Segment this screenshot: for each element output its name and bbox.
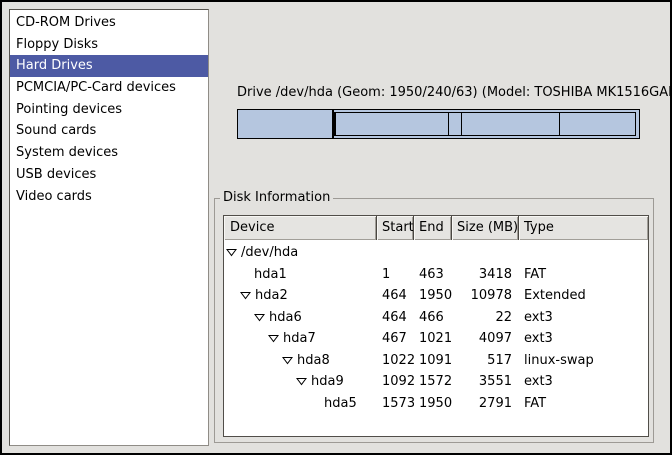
- table-row-hda6[interactable]: hda6 46446622ext3: [224, 307, 648, 329]
- expander-open-icon[interactable]: [240, 290, 251, 301]
- device-cell: hda7: [224, 328, 377, 350]
- column-header-type[interactable]: Type: [519, 216, 648, 240]
- end-cell: [414, 242, 452, 264]
- partition-segment-hda8: [448, 112, 462, 136]
- device-cell: /dev/hda: [224, 242, 377, 264]
- expander-open-icon[interactable]: [254, 312, 265, 323]
- type-cell: ext3: [519, 307, 648, 329]
- start-cell: 1092: [377, 371, 414, 393]
- start-cell: 1022: [377, 350, 414, 372]
- type-cell: FAT: [519, 393, 648, 415]
- type-cell: Extended: [519, 285, 648, 307]
- start-cell: [377, 242, 414, 264]
- table-row-hda5[interactable]: hda5 157319502791FAT: [224, 393, 648, 415]
- partition-segment-hda9: [461, 112, 560, 136]
- table-row-hda8[interactable]: hda8 10221091517linux-swap: [224, 350, 648, 372]
- table-row-dev-hda[interactable]: /dev/hda: [224, 242, 648, 264]
- start-cell: 1: [377, 264, 414, 286]
- device-cell: hda6: [224, 307, 377, 329]
- device-cell: hda2: [224, 285, 377, 307]
- device-label: hda5: [324, 393, 357, 415]
- disk-information-table: DeviceStartEndSize (MB)Type /dev/hdahda1…: [223, 215, 649, 437]
- sidebar-item-pointing-devices[interactable]: Pointing devices: [10, 99, 208, 121]
- sidebar-item-video-cards[interactable]: Video cards: [10, 186, 208, 208]
- disk-information-label: Disk Information: [220, 190, 333, 206]
- partition-segment-hda7: [335, 112, 449, 136]
- end-cell: 463: [414, 264, 452, 286]
- partition-segment-hda5: [559, 112, 637, 136]
- end-cell: 1091: [414, 350, 452, 372]
- table-row-hda9[interactable]: hda9 109215723551ext3: [224, 371, 648, 393]
- type-cell: ext3: [519, 328, 648, 350]
- device-category-list: CD-ROM DrivesFloppy DisksHard DrivesPCMC…: [9, 9, 209, 446]
- size-cell: 10978: [452, 285, 519, 307]
- device-label: hda8: [297, 350, 330, 372]
- expander-open-icon[interactable]: [282, 355, 293, 366]
- size-cell: 517: [452, 350, 519, 372]
- device-label: hda9: [311, 371, 344, 393]
- device-cell: hda5: [224, 393, 377, 415]
- start-cell: 467: [377, 328, 414, 350]
- size-cell: [452, 242, 519, 264]
- size-cell: 3418: [452, 264, 519, 286]
- type-cell: linux-swap: [519, 350, 648, 372]
- start-cell: 464: [377, 285, 414, 307]
- drive-partition-bar: [237, 109, 640, 139]
- size-cell: 2791: [452, 393, 519, 415]
- table-header-row: DeviceStartEndSize (MB)Type: [224, 216, 648, 240]
- table-body: /dev/hdahda114633418FAThda2464195010978E…: [224, 240, 648, 414]
- size-cell: 4097: [452, 328, 519, 350]
- table-row-hda2[interactable]: hda2 464195010978Extended: [224, 285, 648, 307]
- drive-title: Drive /dev/hda (Geom: 1950/240/63) (Mode…: [237, 85, 640, 101]
- column-header-end[interactable]: End: [414, 216, 452, 240]
- table-row-hda1[interactable]: hda1 14633418FAT: [224, 264, 648, 286]
- partition-segment-hda1: [237, 109, 333, 139]
- end-cell: 1950: [414, 285, 452, 307]
- device-label: hda2: [255, 285, 288, 307]
- disk-information-group: Disk Information DeviceStartEndSize (MB)…: [214, 198, 654, 443]
- partition-segment-hda2: [333, 109, 640, 139]
- device-label: hda6: [269, 307, 302, 329]
- type-cell: ext3: [519, 371, 648, 393]
- expander-open-icon[interactable]: [268, 333, 279, 344]
- start-cell: 1573: [377, 393, 414, 415]
- sidebar-item-floppy-disks[interactable]: Floppy Disks: [10, 34, 208, 56]
- column-header-start[interactable]: Start: [377, 216, 414, 240]
- size-cell: 22: [452, 307, 519, 329]
- size-cell: 3551: [452, 371, 519, 393]
- end-cell: 466: [414, 307, 452, 329]
- sidebar-item-hard-drives[interactable]: Hard Drives: [10, 55, 208, 77]
- device-cell: hda9: [224, 371, 377, 393]
- column-header-device[interactable]: Device: [224, 216, 377, 240]
- sidebar-item-usb-devices[interactable]: USB devices: [10, 164, 208, 186]
- hardware-browser-window: CD-ROM DrivesFloppy DisksHard DrivesPCMC…: [0, 0, 672, 455]
- device-label: /dev/hda: [241, 242, 298, 264]
- device-label: hda1: [254, 264, 287, 286]
- expander-open-icon[interactable]: [296, 376, 307, 387]
- end-cell: 1572: [414, 371, 452, 393]
- sidebar-item-pcmcia-pc-card-devices[interactable]: PCMCIA/PC-Card devices: [10, 77, 208, 99]
- sidebar-item-cd-rom-drives[interactable]: CD-ROM Drives: [10, 12, 208, 34]
- device-label: hda7: [283, 328, 316, 350]
- sidebar-item-sound-cards[interactable]: Sound cards: [10, 120, 208, 142]
- end-cell: 1021: [414, 328, 452, 350]
- device-cell: hda8: [224, 350, 377, 372]
- type-cell: FAT: [519, 264, 648, 286]
- sidebar-item-system-devices[interactable]: System devices: [10, 142, 208, 164]
- expander-open-icon[interactable]: [226, 247, 237, 258]
- device-cell: hda1: [224, 264, 377, 286]
- start-cell: 464: [377, 307, 414, 329]
- type-cell: [519, 242, 648, 264]
- column-header-size-mb[interactable]: Size (MB): [452, 216, 519, 240]
- end-cell: 1950: [414, 393, 452, 415]
- table-row-hda7[interactable]: hda7 46710214097ext3: [224, 328, 648, 350]
